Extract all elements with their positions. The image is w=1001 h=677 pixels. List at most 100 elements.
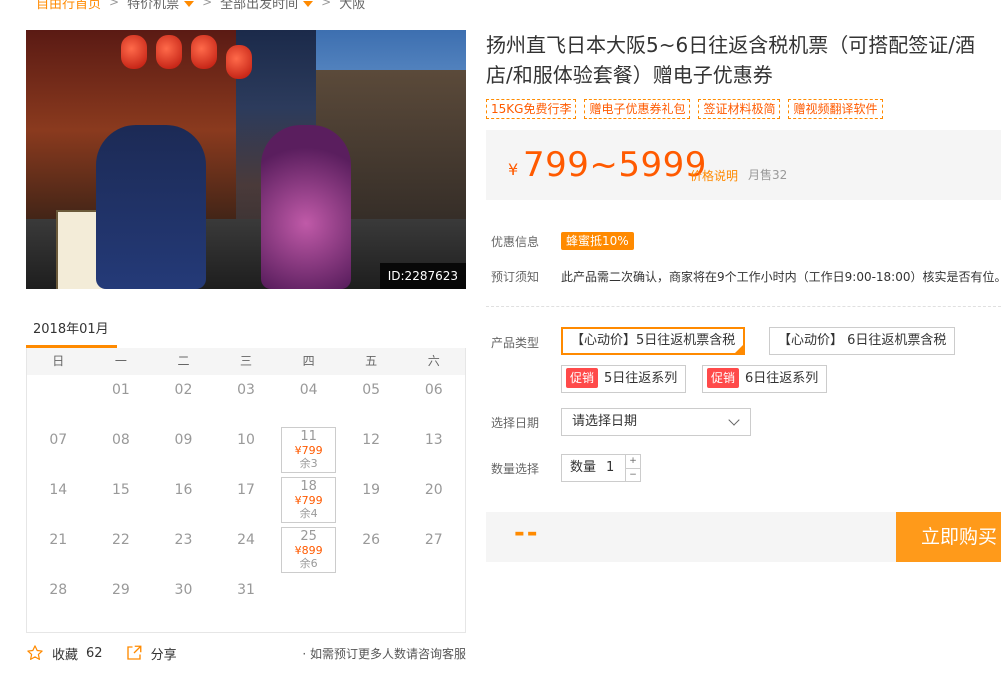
day-number: 26 — [362, 532, 381, 548]
day-number: 07 — [49, 432, 68, 448]
photo-lantern — [156, 35, 182, 69]
calendar-day: 02 — [152, 375, 215, 425]
breadcrumb-separator: > — [202, 0, 213, 9]
calendar-day: 24 — [215, 525, 278, 575]
day-number: 01 — [111, 382, 130, 398]
calendar-day: 01 — [90, 375, 153, 425]
day-number: 10 — [237, 432, 255, 448]
calendar-week-row: 21 22 23 24 25 ¥899 余6 26 27 — [27, 525, 465, 575]
option-label: 5日往返系列 — [604, 371, 678, 386]
calendar-month-tab[interactable]: 2018年01月 — [26, 318, 117, 348]
photo-person-blue-kimono — [96, 125, 206, 289]
divider — [486, 306, 1001, 307]
calendar-day: 16 — [152, 475, 215, 525]
day-box — [281, 527, 336, 573]
calendar-day: 27 — [402, 525, 465, 575]
calendar-day-available[interactable]: 18 ¥799 余4 — [277, 475, 340, 525]
favorite-button[interactable]: 收藏 62 — [26, 644, 103, 663]
product-option-5day-series[interactable]: 促销 5日往返系列 — [561, 365, 687, 393]
day-number: 17 — [237, 482, 255, 498]
day-number: 16 — [174, 482, 193, 498]
day-number: 20 — [424, 482, 443, 498]
option-label: 6日往返系列 — [745, 371, 819, 386]
decrement-button[interactable]: − — [626, 468, 640, 481]
day-number: 24 — [237, 532, 255, 548]
breadcrumb-time-label: 全部出发时间 — [220, 0, 299, 12]
product-photo[interactable]: ID:2287623 — [26, 30, 466, 289]
day-number: 05 — [362, 382, 381, 398]
price-explain-link[interactable]: 价格说明 — [690, 167, 738, 184]
quantity-stepper[interactable]: 数量 1 + − — [561, 454, 641, 482]
total-price: -- — [514, 518, 540, 548]
calendar-weekday-header: 日 一 二 三 四 五 六 — [27, 348, 465, 375]
product-option-6day[interactable]: 【心动价】 6日往返机票含税 — [769, 327, 956, 355]
calendar-day: 30 — [152, 575, 215, 625]
calendar-day: 05 — [340, 375, 403, 425]
share-button[interactable]: 分享 — [125, 644, 177, 663]
promo-badge: 蜂蜜抵10% — [561, 232, 634, 250]
weekday-label: 二 — [177, 354, 190, 368]
photo-person-purple-kimono — [261, 125, 351, 289]
product-title-line-1: 扬州直飞日本大阪5~6日往返含税机票（可搭配签证/酒 — [486, 33, 975, 57]
day-number: 31 — [237, 582, 255, 598]
calendar-day: 03 — [215, 375, 278, 425]
photo-lantern — [191, 35, 217, 69]
price-box: ¥ 799~5999 价格说明 月售32 — [486, 130, 1001, 200]
calendar-day: 20 — [402, 475, 465, 525]
calendar-day: 06 — [402, 375, 465, 425]
breadcrumb-category-dropdown[interactable]: 特价机票 — [127, 0, 195, 12]
day-number: 23 — [174, 532, 193, 548]
product-option-6day-series[interactable]: 促销 6日往返系列 — [702, 365, 828, 393]
booking-notice-label: 预订须知 — [491, 270, 540, 284]
day-number: 15 — [111, 482, 130, 498]
chevron-down-icon — [728, 414, 740, 426]
breadcrumb-separator: > — [321, 0, 332, 9]
day-number: 09 — [174, 432, 193, 448]
buy-now-button[interactable]: 立即购买 — [896, 512, 1001, 562]
day-box — [281, 427, 336, 473]
breadcrumb-home-link[interactable]: 自由行首页 — [36, 0, 101, 12]
option-label: 【心动价】 6日往返机票含税 — [778, 333, 947, 348]
photo-lantern — [121, 35, 147, 69]
day-number — [27, 375, 90, 382]
day-number: 06 — [424, 382, 443, 398]
calendar-day-available[interactable]: 11 ¥799 余3 — [277, 425, 340, 475]
calendar-day: 14 — [27, 475, 90, 525]
quantity-value[interactable]: 1 — [606, 460, 614, 475]
breadcrumb-category-label: 特价机票 — [127, 0, 180, 12]
day-number: 22 — [111, 532, 130, 548]
day-number: 19 — [362, 482, 381, 498]
calendar-day: 22 — [90, 525, 153, 575]
calendar-day — [340, 575, 403, 625]
share-icon — [126, 645, 141, 660]
breadcrumb-time-dropdown[interactable]: 全部出发时间 — [220, 0, 314, 12]
day-number: 27 — [424, 532, 443, 548]
feature-tag: 签证材料极简 — [698, 99, 781, 119]
currency-symbol: ¥ — [508, 160, 519, 179]
booking-notice-text: 此产品需二次确认，商家将在9个工作小时内（工作日9:00-18:00）核实是否有… — [561, 270, 1001, 284]
calendar-week-row: 28 29 30 31 — [27, 575, 465, 625]
price-calendar: 2018年01月 日 一 二 三 四 五 六 01 02 03 04 05 06 07 08 0… — [26, 318, 466, 633]
photo-lantern — [226, 45, 252, 79]
calendar-day: 28 — [27, 575, 90, 625]
product-option-5day[interactable]: 【心动价】5日往返机票含税 — [561, 327, 746, 355]
selected-check-icon — [734, 344, 745, 354]
day-number: 30 — [174, 582, 193, 598]
calendar-day — [27, 375, 90, 425]
calendar-day: 12 — [340, 425, 403, 475]
promo-info-label: 优惠信息 — [491, 235, 540, 249]
weekday-label: 四 — [302, 354, 315, 368]
day-number: 03 — [237, 382, 255, 398]
calendar-day: 29 — [90, 575, 153, 625]
weekday-label: 日 — [52, 354, 65, 368]
calendar-rows: 01 02 03 04 05 06 07 08 09 10 11 ¥799 余3 12 13 14 15 16 17… — [27, 375, 465, 625]
breadcrumb-destination: 大阪 — [339, 0, 366, 12]
calendar-day-available[interactable]: 25 ¥899 余6 — [277, 525, 340, 575]
calendar-day — [277, 575, 340, 625]
calendar-day: 08 — [90, 425, 153, 475]
calendar-day: 17 — [215, 475, 278, 525]
date-select[interactable]: 请选择日期 — [561, 408, 751, 436]
increment-button[interactable]: + — [626, 455, 640, 468]
calendar-day: 10 — [215, 425, 278, 475]
sale-tag: 促销 — [707, 368, 740, 388]
